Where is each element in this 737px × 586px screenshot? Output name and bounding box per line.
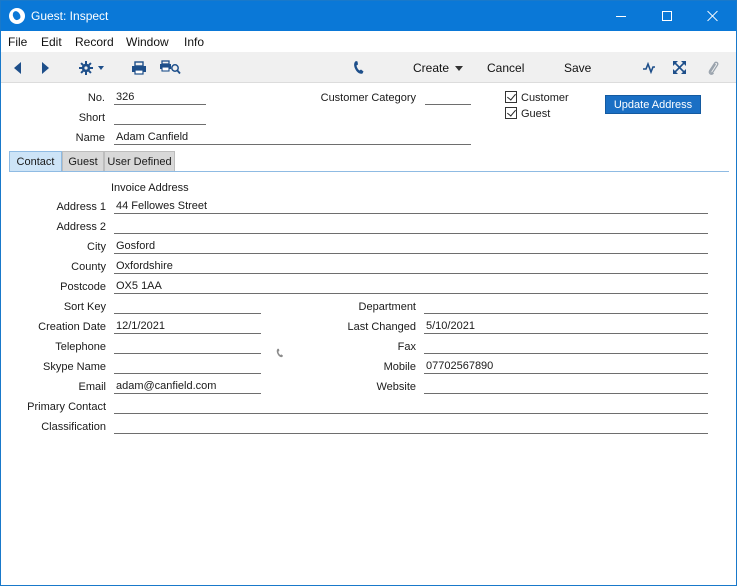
attachment-button[interactable] [705,52,721,83]
mobile-field[interactable]: 07702567890 [424,360,708,374]
short-field[interactable] [114,111,206,125]
county-field[interactable]: Oxfordshire [114,260,708,274]
save-button[interactable]: Save [564,61,591,75]
last-changed-label: Last Changed [347,321,417,333]
postcode-field[interactable]: OX5 1AA [114,280,708,294]
maximize-icon [662,11,672,21]
window-title: Guest: Inspect [31,9,109,23]
customer-category-label: Customer Category [320,92,416,104]
print-button[interactable] [130,52,148,83]
menu-bar: File Edit Record Window Info [1,31,736,52]
create-menu-button[interactable]: Create [413,61,464,75]
mobile-label: Mobile [383,361,416,373]
department-label: Department [358,301,416,313]
create-label: Create [413,61,450,75]
customer-checkbox[interactable] [505,91,517,103]
no-field[interactable]: 326 [114,91,206,105]
primary-contact-label: Primary Contact [27,401,106,413]
customer-checkbox-label: Customer [521,92,569,104]
toolbar: Create Cancel Save [1,52,736,83]
classification-label: Classification [41,421,106,433]
telephone-field[interactable] [114,340,261,354]
print-preview-icon [160,60,181,75]
email-label: Email [78,381,106,393]
name-field[interactable]: Adam Canfield [114,131,471,145]
tab-divider [9,171,729,172]
back-arrow-icon [13,61,21,74]
print-preview-button[interactable] [159,52,181,83]
classification-field[interactable] [114,420,708,434]
department-field[interactable] [424,300,708,314]
forward-arrow-icon [41,61,49,74]
forward-button[interactable] [37,52,53,83]
primary-contact-field[interactable] [114,400,708,414]
menu-file[interactable]: File [8,35,27,49]
city-label: City [87,241,106,253]
chevron-down-icon [455,66,464,72]
close-button[interactable] [690,1,736,31]
activity-icon [643,61,655,74]
tab-user-defined[interactable]: User Defined [104,151,175,172]
name-label: Name [75,132,105,144]
close-icon [707,10,719,22]
city-field[interactable]: Gosford [114,240,708,254]
back-button[interactable] [9,52,25,83]
operations-menu-button[interactable] [75,52,107,83]
expand-button[interactable] [671,52,687,83]
minimize-icon [616,15,626,17]
invoice-address-heading: Invoice Address [111,182,189,194]
sort-key-label: Sort Key [63,301,106,313]
telephone-label: Telephone [55,341,106,353]
skype-name-field[interactable] [114,360,261,374]
last-changed-field[interactable]: 5/10/2021 [424,320,708,334]
menu-edit[interactable]: Edit [41,35,62,49]
maximize-button[interactable] [644,1,690,31]
app-icon [9,8,25,24]
menu-info[interactable]: Info [184,35,204,49]
fax-label: Fax [397,341,416,353]
customer-category-field[interactable] [425,91,471,105]
inspect-window: Guest: Inspect File Edit Record Window I… [0,0,737,586]
guest-checkbox[interactable] [505,107,517,119]
no-label: No. [87,92,105,104]
county-label: County [71,261,106,273]
menu-window[interactable]: Window [126,35,169,49]
title-bar: Guest: Inspect [1,1,736,31]
update-address-button[interactable]: Update Address [605,95,701,114]
sort-key-field[interactable] [114,300,261,314]
postcode-label: Postcode [60,281,106,293]
phone-icon [354,61,364,74]
creation-date-field[interactable]: 12/1/2021 [114,320,261,334]
minimize-button[interactable] [598,1,644,31]
phone-button[interactable] [352,52,366,83]
paperclip-icon [708,61,719,75]
address1-field[interactable]: 44 Fellowes Street [114,200,708,214]
expand-icon [672,61,686,74]
email-field[interactable]: adam@canfield.com [114,380,261,394]
website-label: Website [376,381,416,393]
tab-guest[interactable]: Guest [62,151,104,172]
printer-icon [132,60,146,75]
address2-label: Address 2 [56,221,106,233]
creation-date-label: Creation Date [38,321,106,333]
menu-record[interactable]: Record [75,35,114,49]
guest-checkbox-label: Guest [521,108,551,120]
fax-field[interactable] [424,340,708,354]
dial-phone-icon[interactable] [275,348,285,358]
website-field[interactable] [424,380,708,394]
tab-contact[interactable]: Contact [9,151,62,172]
short-label: Short [78,112,105,124]
cancel-button[interactable]: Cancel [487,61,524,75]
gear-icon [79,60,104,75]
skype-name-label: Skype Name [43,361,106,373]
address1-label: Address 1 [56,201,106,213]
address2-field[interactable] [114,220,708,234]
activity-button[interactable] [641,52,657,83]
